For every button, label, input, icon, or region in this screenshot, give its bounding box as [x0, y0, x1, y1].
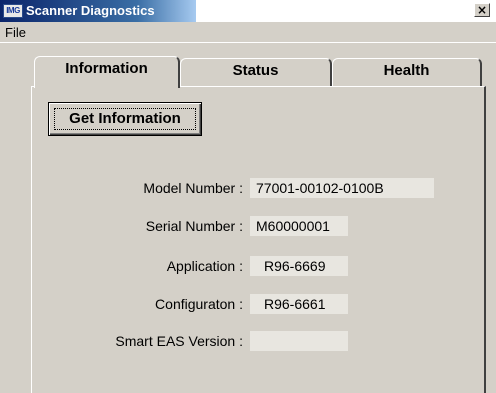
app-icon: IMG [3, 4, 23, 18]
application-field: R96-6669 [250, 256, 348, 276]
application-label: Application : [166, 258, 243, 274]
tab-health[interactable]: Health [332, 58, 482, 86]
get-information-button[interactable]: Get Information [48, 102, 202, 136]
focus-rectangle [54, 108, 196, 130]
model-number-field: 77001-00102-0100B [250, 178, 434, 198]
menu-file[interactable]: File [5, 25, 26, 40]
smart-eas-version-label: Smart EAS Version : [115, 333, 243, 349]
smart-eas-version-field [250, 331, 348, 351]
configuration-field: R96-6661 [250, 294, 348, 314]
serial-number-field: M60000001 [250, 216, 348, 236]
close-icon[interactable]: × [474, 3, 490, 17]
menu-bar: File [0, 22, 496, 43]
configuration-label: Configuraton : [155, 296, 243, 312]
serial-number-label: Serial Number : [145, 218, 243, 234]
scanner-diagnostics-window: IMG Scanner Diagnostics × File Informati… [0, 0, 496, 393]
title-bar[interactable]: IMG Scanner Diagnostics × [0, 0, 496, 22]
window-title: Scanner Diagnostics [26, 3, 155, 18]
tab-information[interactable]: Information [34, 56, 180, 88]
model-number-label: Model Number : [143, 180, 243, 196]
tab-status[interactable]: Status [180, 58, 332, 86]
